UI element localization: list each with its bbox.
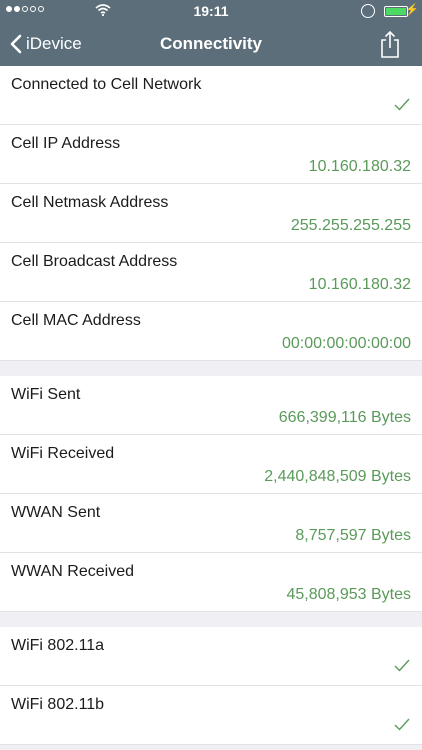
row-wwan-received[interactable]: WWAN Received 45,808,953 Bytes (0, 553, 422, 612)
row-label: WiFi Received (11, 445, 115, 462)
row-label: Cell Netmask Address (11, 194, 169, 211)
row-label: WWAN Sent (11, 504, 101, 521)
checkmark-icon (394, 718, 410, 731)
row-label: WiFi Sent (11, 386, 81, 403)
back-button[interactable]: iDevice (10, 22, 82, 66)
row-wifi-802-11b[interactable]: WiFi 802.11b (0, 686, 422, 745)
section-separator (0, 612, 422, 627)
row-cell-broadcast-address[interactable]: Cell Broadcast Address 10.160.180.32 (0, 243, 422, 302)
share-icon[interactable] (380, 31, 400, 58)
navigation-bar: iDevice Connectivity (0, 22, 422, 66)
row-cell-netmask-address[interactable]: Cell Netmask Address 255.255.255.255 (0, 184, 422, 243)
checkmark-icon (394, 98, 410, 111)
row-cell-ip-address[interactable]: Cell IP Address 10.160.180.32 (0, 125, 422, 184)
row-value: 8,757,597 Bytes (295, 527, 411, 544)
row-label: WiFi 802.11b (11, 696, 105, 713)
row-label: WWAN Received (11, 563, 134, 580)
back-button-label: iDevice (26, 34, 82, 53)
chevron-left-icon (10, 34, 22, 54)
row-wifi-802-11a[interactable]: WiFi 802.11a (0, 627, 422, 686)
section-separator (0, 361, 422, 376)
row-label: Cell MAC Address (11, 312, 141, 329)
row-wifi-received[interactable]: WiFi Received 2,440,848,509 Bytes (0, 435, 422, 494)
row-wifi-sent[interactable]: WiFi Sent 666,399,116 Bytes (0, 376, 422, 435)
row-label: Cell Broadcast Address (11, 253, 178, 270)
row-value: 10.160.180.32 (308, 158, 411, 175)
row-connected-to-cell-network[interactable]: Connected to Cell Network (0, 66, 422, 125)
row-label: WiFi 802.11a (11, 637, 105, 654)
row-value: 255.255.255.255 (290, 217, 411, 234)
row-cell-mac-address[interactable]: Cell MAC Address 00:00:00:00:00:00 (0, 302, 422, 361)
row-value: 10.160.180.32 (308, 276, 411, 293)
settings-list: Connected to Cell Network Cell IP Addres… (0, 66, 422, 745)
row-value: 666,399,116 Bytes (278, 409, 411, 426)
row-label: Cell IP Address (11, 135, 121, 152)
row-value: 2,440,848,509 Bytes (264, 468, 411, 485)
status-bar: 19:11 ⚡ (0, 0, 422, 22)
charging-bolt-icon: ⚡ (405, 4, 419, 16)
row-wwan-sent[interactable]: WWAN Sent 8,757,597 Bytes (0, 494, 422, 553)
row-label: Connected to Cell Network (11, 76, 202, 93)
status-time: 19:11 (193, 3, 229, 19)
row-value: 00:00:00:00:00:00 (281, 335, 411, 352)
row-value: 45,808,953 Bytes (286, 586, 411, 603)
rotation-lock-icon (361, 4, 375, 18)
checkmark-icon (394, 659, 410, 672)
